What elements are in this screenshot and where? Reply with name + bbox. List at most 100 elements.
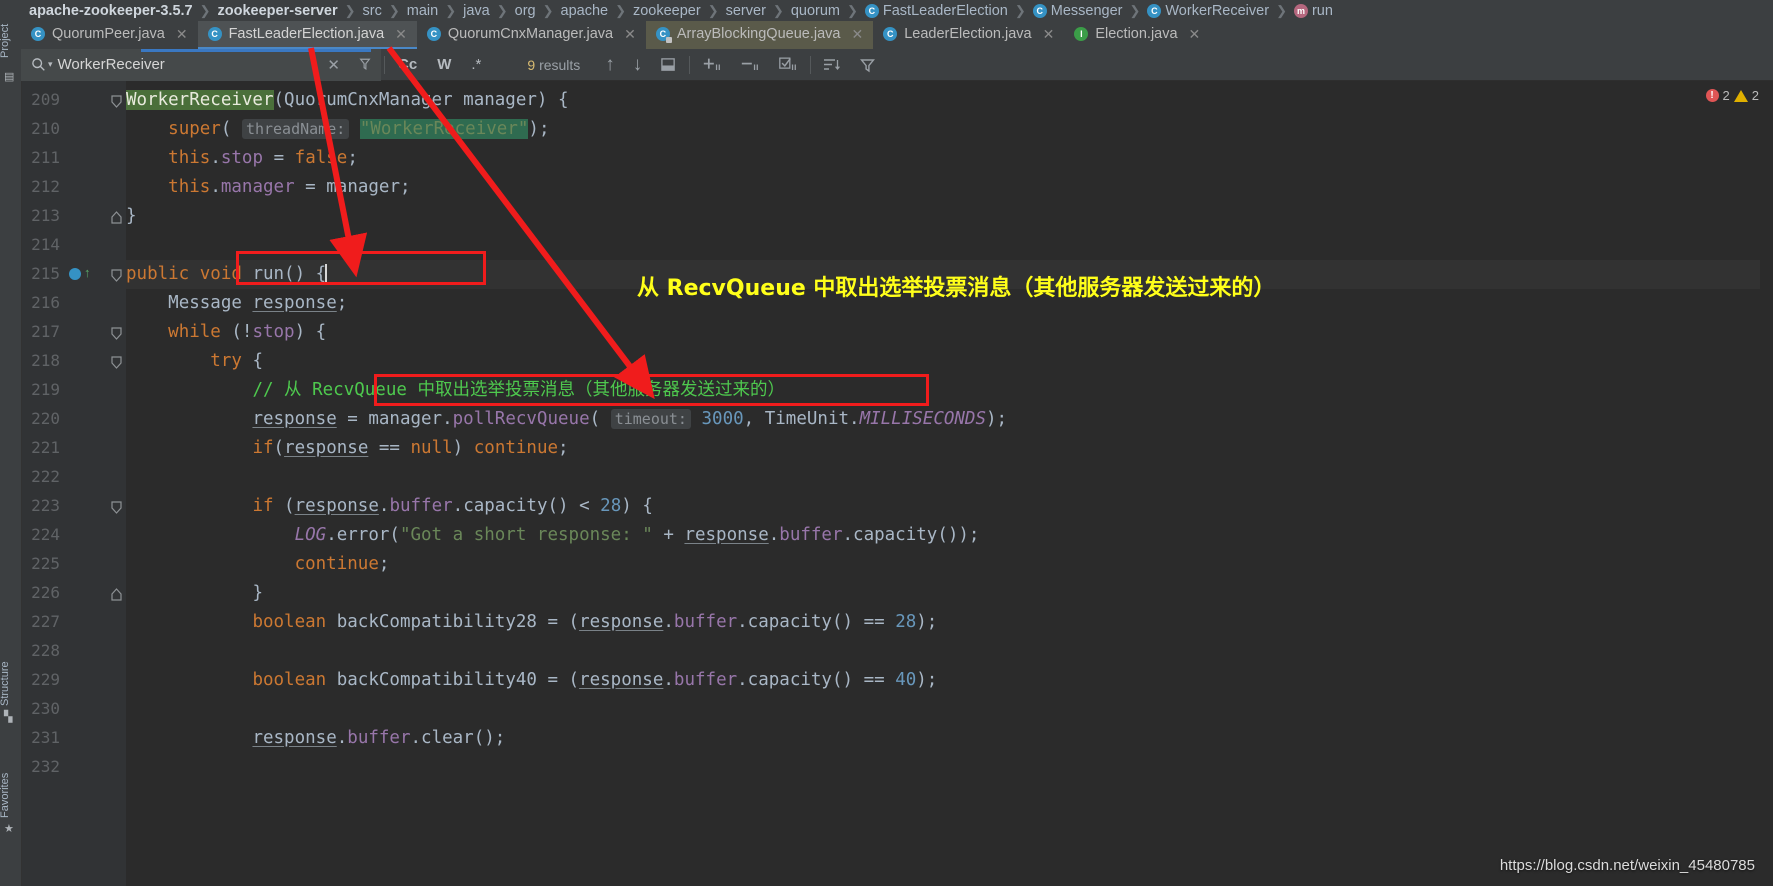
breadcrumb-item-apache[interactable]: apache (559, 3, 611, 19)
code-line[interactable]: response = manager.pollRecvQueue( timeou… (126, 405, 1007, 434)
whole-words-toggle[interactable]: W (427, 56, 461, 73)
sidebar-item-favorites[interactable]: Favorites (0, 773, 11, 818)
code-editor[interactable]: 209 210 211 212 213 214 ↑ 215 216 217 218 219 220 221… (21, 81, 1773, 886)
code-fold-toggle[interactable] (110, 211, 123, 227)
breadcrumb-label: zookeeper-server (217, 2, 338, 19)
code-line[interactable]: this.manager = manager; (126, 173, 410, 202)
code-line[interactable]: if (response.buffer.capacity() < 28) { (126, 492, 652, 521)
class-file-icon: C (655, 27, 672, 43)
breadcrumb-item-run[interactable]: m run (1292, 3, 1335, 19)
code-line[interactable]: Message response; (126, 289, 347, 318)
code-line[interactable]: } (126, 202, 137, 231)
close-tab-icon[interactable]: ✕ (176, 26, 188, 43)
toggle-selection-icon[interactable] (769, 49, 807, 81)
breadcrumb-label: java (463, 2, 490, 19)
toolbar-divider (384, 55, 385, 74)
inspection-status[interactable]: ! 2 2 (1705, 88, 1759, 103)
breadcrumb: apache-zookeeper-3.5.7 ❯ zookeeper-server ❯… (21, 0, 1773, 21)
editor-tab-leaderelection-java[interactable]: C LeaderElection.java ✕ (873, 21, 1064, 49)
editor-gutter[interactable]: 209 210 211 212 213 214 ↑ 215 216 217 218 219 220 221… (21, 81, 126, 886)
close-tab-icon[interactable]: ✕ (624, 26, 636, 43)
close-tab-icon[interactable]: ✕ (1189, 26, 1201, 43)
breadcrumb-label: main (406, 2, 439, 19)
breadcrumb-item-messenger[interactable]: C Messenger (1031, 3, 1125, 19)
code-fold-toggle[interactable] (110, 269, 123, 285)
breadcrumb-item-workerreceiver[interactable]: C WorkerReceiver (1145, 3, 1271, 19)
code-line[interactable]: boolean backCompatibility40 = (response.… (126, 666, 937, 695)
line-number: 222 (31, 467, 60, 486)
breadcrumb-item-src[interactable]: src (361, 3, 384, 19)
editor-tab-quorumcnxmanager-java[interactable]: C QuorumCnxManager.java ✕ (417, 21, 646, 49)
run-gutter-icon[interactable]: ↑ (84, 266, 91, 279)
watermark-url: https://blog.csdn.net/weixin_45480785 (1499, 857, 1755, 874)
editor-tab-quorumpeer-java[interactable]: C QuorumPeer.java ✕ (21, 21, 198, 49)
tab-label: Election.java (1095, 26, 1178, 42)
code-line[interactable]: } (126, 579, 263, 608)
editor-scrollbar[interactable] (1760, 81, 1773, 886)
warning-count: 2 (1751, 88, 1759, 103)
code-line[interactable]: response.buffer.clear(); (126, 724, 505, 753)
code-line[interactable]: WorkerReceiver(QuorumCnxManager manager)… (126, 86, 569, 115)
breadcrumb-item-zookeeper[interactable]: zookeeper (631, 3, 703, 19)
breadcrumb-item-zookeeper-server[interactable]: zookeeper-server (216, 3, 340, 19)
breadcrumb-separator: ❯ (772, 2, 784, 18)
find-next-icon[interactable]: ↓ (624, 49, 652, 81)
code-line[interactable]: try { (126, 347, 263, 376)
breakpoint-icon[interactable] (69, 268, 81, 280)
code-line[interactable]: super( threadName: "WorkerReceiver"); (126, 115, 549, 144)
line-number: 220 (31, 409, 60, 428)
search-query-text: WorkerReceiver (57, 56, 165, 73)
sidebar-item-structure[interactable]: Structure (0, 661, 11, 706)
code-fold-toggle[interactable] (110, 501, 123, 517)
code-content[interactable]: WorkerReceiver(QuorumCnxManager manager)… (126, 81, 1773, 886)
breadcrumb-separator: ❯ (496, 2, 508, 18)
breadcrumb-item-org[interactable]: org (513, 3, 538, 19)
match-case-toggle[interactable]: Cc (388, 56, 427, 73)
filter-results-icon[interactable] (850, 49, 885, 81)
filter-search-icon[interactable] (349, 49, 381, 81)
class-file-icon: C (207, 27, 222, 41)
breadcrumb-item-apache-zookeeper-3-5-7[interactable]: apache-zookeeper-3.5.7 (27, 3, 195, 19)
close-tab-icon[interactable]: ✕ (851, 26, 863, 43)
breadcrumb-label: run (1311, 2, 1333, 19)
search-input[interactable]: ▾ WorkerReceiver ✕ (21, 48, 381, 81)
clear-search-icon[interactable]: ✕ (318, 49, 349, 81)
regex-toggle[interactable]: .* (461, 56, 491, 73)
class-badge-icon: C (1147, 3, 1162, 18)
editor-tab-fastleaderelection-java[interactable]: C FastLeaderElection.java ✕ (197, 21, 417, 49)
close-tab-icon[interactable]: ✕ (395, 26, 407, 43)
breadcrumb-item-fastleaderelection[interactable]: C FastLeaderElection (863, 3, 1010, 19)
breadcrumb-separator: ❯ (445, 2, 457, 18)
breadcrumb-item-java[interactable]: java (461, 3, 492, 19)
close-tab-icon[interactable]: ✕ (1043, 26, 1055, 43)
add-selection-icon[interactable] (693, 49, 731, 81)
breadcrumb-item-quorum[interactable]: quorum (789, 3, 842, 19)
code-line[interactable]: if(response == null) continue; (126, 434, 568, 463)
breadcrumb-label: apache-zookeeper-3.5.7 (29, 2, 193, 19)
tab-label: QuorumCnxManager.java (447, 26, 614, 42)
select-all-occurrences-icon[interactable] (651, 49, 686, 81)
tab-label: QuorumPeer.java (52, 26, 165, 42)
editor-tab-election-java[interactable]: I Election.java ✕ (1064, 21, 1210, 49)
sidebar-item-project[interactable]: Project (0, 24, 11, 58)
code-line[interactable]: while (!stop) { (126, 318, 326, 347)
code-fold-toggle[interactable] (110, 95, 123, 111)
code-fold-toggle[interactable] (110, 356, 123, 372)
code-fold-toggle[interactable] (110, 588, 123, 604)
breadcrumb-item-server[interactable]: server (724, 3, 768, 19)
code-line[interactable]: boolean backCompatibility28 = (response.… (126, 608, 937, 637)
breadcrumb-item-main[interactable]: main (405, 3, 440, 19)
code-fold-toggle[interactable] (110, 327, 123, 343)
editor-tab-arrayblockingqueue-java[interactable]: C ArrayBlockingQueue.java ✕ (645, 21, 874, 49)
code-line[interactable]: LOG.error("Got a short response: " + res… (126, 521, 980, 550)
class-file-icon: C (31, 27, 45, 41)
line-number: 221 (31, 438, 60, 457)
breadcrumb-separator: ❯ (707, 2, 719, 18)
remove-selection-icon[interactable] (731, 49, 769, 81)
breadcrumb-label: FastLeaderElection (882, 2, 1008, 19)
code-line[interactable]: this.stop = false; (126, 144, 358, 173)
find-prev-icon[interactable]: ↑ (596, 49, 624, 81)
code-line[interactable]: continue; (126, 550, 390, 579)
sort-results-icon[interactable] (814, 49, 850, 81)
line-number: 219 (31, 380, 60, 399)
